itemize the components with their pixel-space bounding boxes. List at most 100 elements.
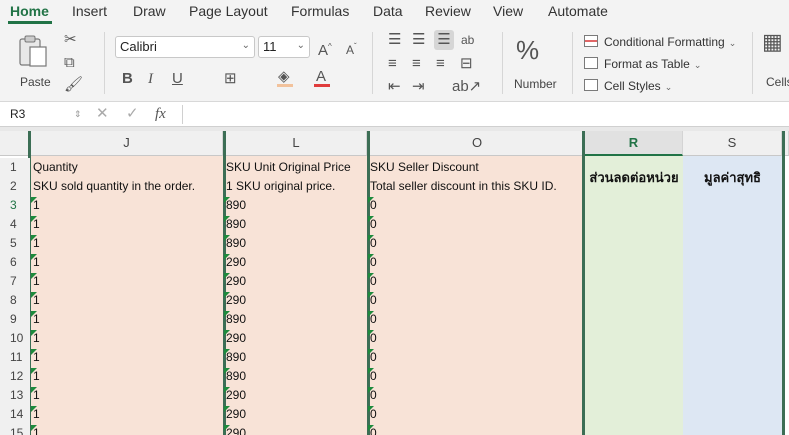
paste-button[interactable]: Paste (12, 32, 58, 90)
spreadsheet-grid[interactable]: J L O R S Quantity SKU sold quantity in … (0, 131, 789, 435)
unit-price-cell[interactable]: 290 (226, 424, 246, 435)
bold-icon[interactable]: B (122, 71, 133, 87)
align-bottom-icon[interactable]: ☰ (434, 30, 454, 50)
quantity-cell[interactable]: 1 (33, 291, 40, 310)
unit-price-cell[interactable]: 890 (226, 196, 246, 215)
row-header[interactable]: 3 (0, 196, 30, 215)
seller-discount-cell[interactable]: 0 (370, 386, 377, 405)
row-header[interactable]: 1 (0, 158, 30, 177)
row-header[interactable]: 5 (0, 234, 30, 253)
row-header[interactable]: 14 (0, 405, 30, 424)
name-box-stepper-icon[interactable]: ⇕ (74, 106, 82, 122)
fill-color-icon[interactable]: ◈ (278, 69, 290, 85)
unit-price-cell[interactable]: 890 (226, 367, 246, 386)
quantity-cell[interactable]: 1 (33, 196, 40, 215)
unit-price-cell[interactable]: 890 (226, 215, 246, 234)
copy-icon[interactable]: ⧉ (64, 55, 75, 71)
seller-discount-cell[interactable]: 0 (370, 405, 377, 424)
font-color-icon[interactable]: A (316, 69, 326, 85)
fx-icon[interactable]: fx (155, 106, 166, 122)
unit-price-cell[interactable]: 290 (226, 291, 246, 310)
number-format-button[interactable]: % Number (510, 32, 560, 91)
row-header[interactable]: 12 (0, 367, 30, 386)
formula-input[interactable] (182, 105, 784, 124)
cancel-icon[interactable]: ✕ (96, 106, 109, 122)
cells-button[interactable]: ▦ Cells (760, 32, 789, 90)
tab-insert[interactable]: Insert (72, 3, 107, 19)
borders-icon[interactable]: ⊞ (224, 71, 237, 87)
column-header-l[interactable]: L (226, 131, 367, 156)
row-header[interactable]: 13 (0, 386, 30, 405)
quantity-cell[interactable]: 1 (33, 253, 40, 272)
unit-price-cell[interactable]: 290 (226, 253, 246, 272)
row-header[interactable]: 7 (0, 272, 30, 291)
header-unit-price-desc[interactable]: 1 SKU original price. (226, 177, 335, 196)
seller-discount-cell[interactable]: 0 (370, 348, 377, 367)
tab-view[interactable]: View (493, 3, 523, 19)
increase-indent-icon[interactable]: ⇥ (412, 79, 425, 95)
align-right-icon[interactable]: ≡ (436, 56, 445, 72)
seller-discount-cell[interactable]: 0 (370, 291, 377, 310)
header-seller-discount-desc[interactable]: Total seller discount in this SKU ID. (370, 177, 557, 196)
align-left-icon[interactable]: ≡ (388, 56, 397, 72)
increase-font-icon[interactable]: A^ (318, 39, 332, 59)
cut-icon[interactable]: ✂ (64, 32, 77, 48)
conditional-formatting-button[interactable]: Conditional Formatting ⌄ (584, 33, 736, 51)
quantity-cell[interactable]: 1 (33, 386, 40, 405)
seller-discount-cell[interactable]: 0 (370, 367, 377, 386)
cell-styles-button[interactable]: Cell Styles ⌄ (584, 77, 672, 95)
tab-review[interactable]: Review (425, 3, 471, 19)
quantity-cell[interactable]: 1 (33, 310, 40, 329)
unit-price-cell[interactable]: 290 (226, 272, 246, 291)
wrap-text-icon[interactable]: ab (461, 32, 474, 48)
row-header[interactable]: 11 (0, 348, 30, 367)
decrease-indent-icon[interactable]: ⇤ (388, 79, 401, 95)
quantity-cell[interactable]: 1 (33, 367, 40, 386)
font-size-select[interactable]: 11 ⌄ (258, 36, 310, 58)
decrease-font-icon[interactable]: Aˇ (346, 39, 357, 58)
quantity-cell[interactable]: 1 (33, 405, 40, 424)
format-painter-icon[interactable]: 🖌 (64, 77, 83, 93)
column-header-j[interactable]: J (31, 131, 223, 156)
header-seller-discount[interactable]: SKU Seller Discount (370, 158, 479, 177)
tab-formulas[interactable]: Formulas (291, 3, 349, 19)
underline-icon[interactable]: U (172, 71, 183, 87)
align-middle-icon[interactable]: ☰ (412, 32, 425, 48)
row-header[interactable]: 4 (0, 215, 30, 234)
tab-automate[interactable]: Automate (548, 3, 608, 19)
column-header-o[interactable]: O (370, 131, 585, 156)
tab-page-layout[interactable]: Page Layout (189, 3, 268, 19)
quantity-cell[interactable]: 1 (33, 272, 40, 291)
confirm-icon[interactable]: ✓ (126, 106, 139, 122)
row-header[interactable]: 10 (0, 329, 30, 348)
quantity-cell[interactable]: 1 (33, 234, 40, 253)
unit-price-cell[interactable]: 890 (226, 234, 246, 253)
header-discount-per-unit[interactable]: ส่วนลดต่อหน่วย (585, 167, 683, 188)
align-center-icon[interactable]: ≡ (412, 56, 421, 72)
tab-draw[interactable]: Draw (133, 3, 166, 19)
header-net-value[interactable]: มูลค่าสุทธิ (683, 167, 782, 188)
row-header[interactable]: 2 (0, 177, 30, 196)
seller-discount-cell[interactable]: 0 (370, 424, 377, 435)
merge-center-icon[interactable]: ⊟ (460, 56, 473, 72)
select-all-corner[interactable] (0, 131, 29, 156)
quantity-cell[interactable]: 1 (33, 215, 40, 234)
seller-discount-cell[interactable]: 0 (370, 234, 377, 253)
seller-discount-cell[interactable]: 0 (370, 253, 377, 272)
header-quantity[interactable]: Quantity (33, 158, 78, 177)
font-name-select[interactable]: Calibri ⌄ (115, 36, 255, 58)
column-header-s[interactable]: S (683, 131, 782, 156)
header-quantity-desc[interactable]: SKU sold quantity in the order. (33, 177, 195, 196)
header-unit-price[interactable]: SKU Unit Original Price (226, 158, 351, 177)
seller-discount-cell[interactable]: 0 (370, 310, 377, 329)
unit-price-cell[interactable]: 290 (226, 405, 246, 424)
tab-home[interactable]: Home (10, 3, 49, 19)
quantity-cell[interactable]: 1 (33, 424, 40, 435)
seller-discount-cell[interactable]: 0 (370, 215, 377, 234)
seller-discount-cell[interactable]: 0 (370, 196, 377, 215)
align-top-icon[interactable]: ☰ (388, 32, 401, 48)
orientation-icon[interactable]: ab↗ (452, 79, 481, 95)
row-header[interactable]: 15 (0, 424, 30, 435)
unit-price-cell[interactable]: 890 (226, 348, 246, 367)
tab-data[interactable]: Data (373, 3, 403, 19)
